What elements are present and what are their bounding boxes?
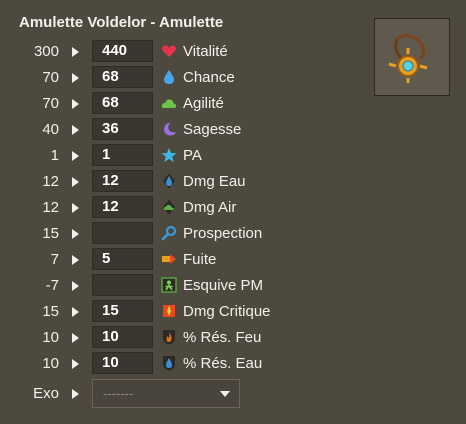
chevron-right-icon[interactable]: [72, 151, 79, 161]
stat-row-dmg-eau: 12 12 Dmg Eau: [0, 169, 300, 195]
item-stats-panel: Amulette Voldelor - Amulette 300 440 Vit…: [0, 0, 466, 424]
stat-value-input[interactable]: 15: [92, 300, 153, 322]
stat-label: Fuite: [183, 251, 217, 268]
stat-row-dmg-air: 12 12 Dmg Air: [0, 195, 300, 221]
stat-label: Dmg Air: [183, 199, 237, 216]
air-damage-icon: [163, 199, 175, 215]
item-image: [374, 18, 450, 96]
water-resist-icon: [163, 356, 175, 371]
stat-row-esquive-pm: -7 Esquive PM: [0, 273, 300, 299]
stat-row-dmg-critique: 15 15 Dmg Critique: [0, 299, 300, 325]
chevron-right-icon[interactable]: [72, 125, 79, 135]
chevron-down-icon: [220, 391, 230, 397]
stat-base-value: 40: [42, 121, 59, 138]
chevron-right-icon[interactable]: [72, 333, 79, 343]
stat-row-prospection: 15 Prospection: [0, 221, 300, 247]
stat-value-input[interactable]: 12: [92, 196, 153, 218]
stat-value-input[interactable]: 10: [92, 352, 153, 374]
critical-icon: [163, 305, 175, 317]
stat-label: % Rés. Eau: [183, 355, 263, 372]
stat-row-vitalite: 300 440 Vitalité: [0, 39, 300, 65]
star-icon: [161, 148, 177, 162]
stat-row-pa: 1 1 PA: [0, 143, 300, 169]
chevron-right-icon[interactable]: [72, 359, 79, 369]
stat-label: Dmg Eau: [183, 173, 246, 190]
chevron-right-icon[interactable]: [72, 99, 79, 109]
stat-value-input[interactable]: [92, 274, 153, 296]
chevron-right-icon[interactable]: [72, 307, 79, 317]
chevron-right-icon[interactable]: [72, 389, 79, 399]
exo-selected-value: -------: [103, 386, 134, 401]
stat-base-value: 70: [42, 95, 59, 112]
stat-label: Chance: [183, 69, 235, 86]
stat-value-input[interactable]: 1: [92, 144, 153, 166]
stat-base-value: 1: [50, 147, 59, 164]
stat-row-fuite: 7 5 Fuite: [0, 247, 300, 273]
moon-icon: [164, 122, 176, 136]
stat-base-value: 15: [42, 303, 59, 320]
stat-value-input[interactable]: 12: [92, 170, 153, 192]
stat-value-input[interactable]: 36: [92, 118, 153, 140]
heart-icon: [162, 45, 176, 57]
stat-row-res-eau: 10 10 % Rés. Eau: [0, 351, 300, 377]
stat-value-input[interactable]: 5: [92, 248, 153, 270]
stat-base-value: 10: [42, 329, 59, 346]
stat-label: Agilité: [183, 95, 224, 112]
stat-base-value: 300: [33, 43, 59, 60]
stat-value-input[interactable]: [92, 222, 153, 244]
chevron-right-icon[interactable]: [72, 47, 79, 57]
stat-base-value: 70: [42, 69, 59, 86]
chevron-right-icon[interactable]: [72, 203, 79, 213]
stat-label: Esquive PM: [183, 277, 264, 294]
chevron-right-icon[interactable]: [72, 229, 79, 239]
stat-value-input[interactable]: 68: [92, 92, 153, 114]
amulet-icon: [388, 34, 428, 83]
stat-base-value: 10: [42, 355, 59, 372]
stat-label: PA: [183, 147, 202, 164]
stat-row-res-feu: 10 10 % Rés. Feu: [0, 325, 300, 351]
fire-resist-icon: [163, 330, 175, 345]
stat-label: % Rés. Feu: [183, 329, 262, 346]
stat-label: Dmg Critique: [183, 303, 271, 320]
chevron-right-icon[interactable]: [72, 73, 79, 83]
water-drop-icon: [164, 70, 174, 84]
stat-base-value: 7: [50, 251, 59, 268]
exo-row: Exo -------: [0, 379, 300, 409]
chevron-right-icon[interactable]: [72, 255, 79, 265]
water-damage-icon: [163, 173, 175, 189]
stat-value-input[interactable]: 68: [92, 66, 153, 88]
exo-label: Exo: [33, 385, 59, 402]
chevron-right-icon[interactable]: [72, 177, 79, 187]
stat-base-value: 12: [42, 173, 59, 190]
stat-label: Sagesse: [183, 121, 242, 138]
exo-select[interactable]: -------: [92, 379, 240, 408]
stat-base-value: 15: [42, 225, 59, 242]
escape-icon: [162, 254, 176, 264]
stat-value-input[interactable]: 440: [92, 40, 153, 62]
stat-row-agilite: 70 68 Agilité: [0, 91, 300, 117]
cloud-icon: [161, 99, 177, 108]
stat-base-value: 12: [42, 199, 59, 216]
item-title: Amulette Voldelor - Amulette: [19, 14, 224, 31]
stat-value-input[interactable]: 10: [92, 326, 153, 348]
stat-row-chance: 70 68 Chance: [0, 65, 300, 91]
stat-base-value: -7: [45, 277, 59, 294]
magnifier-icon: [161, 225, 177, 241]
chevron-right-icon[interactable]: [72, 281, 79, 291]
stat-label: Prospection: [183, 225, 263, 242]
stat-row-sagesse: 40 36 Sagesse: [0, 117, 300, 143]
dodge-icon: [161, 277, 177, 293]
stat-label: Vitalité: [183, 43, 228, 60]
